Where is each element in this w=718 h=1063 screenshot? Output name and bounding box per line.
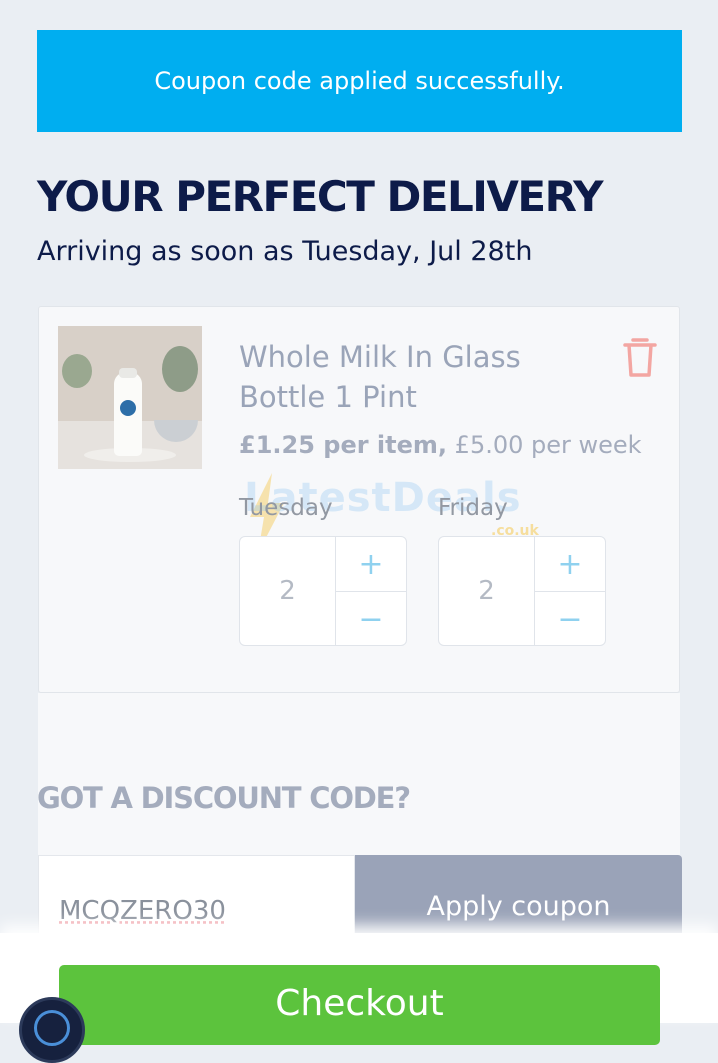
page-title: YOUR PERFECT DELIVERY <box>37 172 604 221</box>
day-label-friday: Friday <box>438 495 508 521</box>
coupon-code-value: MCQZERO30 <box>59 896 226 926</box>
checkout-button[interactable]: Checkout <box>59 965 660 1045</box>
product-card: Whole Milk In Glass Bottle 1 Pint £1.25 … <box>38 306 680 693</box>
product-price: £1.25 per item, £5.00 per week <box>239 431 642 459</box>
quantity-value[interactable]: 2 <box>439 537 535 645</box>
increment-button[interactable]: + <box>336 537 406 592</box>
chat-icon[interactable] <box>19 997 85 1063</box>
delivery-date: Arriving as soon as Tuesday, Jul 28th <box>37 236 533 267</box>
product-name: Whole Milk In Glass Bottle 1 Pint <box>239 340 521 414</box>
success-banner: Coupon code applied successfully. <box>37 30 682 132</box>
success-message: Coupon code applied successfully. <box>154 67 565 95</box>
decrement-button[interactable]: − <box>336 592 406 646</box>
decrement-button[interactable]: − <box>535 592 605 646</box>
trash-icon[interactable] <box>622 335 658 379</box>
quantity-stepper-friday: 2 + − <box>438 536 606 646</box>
increment-button[interactable]: + <box>535 537 605 592</box>
price-per-week: £5.00 per week <box>454 431 642 459</box>
day-label-tuesday: Tuesday <box>239 495 333 521</box>
quantity-value[interactable]: 2 <box>240 537 336 645</box>
product-image <box>58 326 202 469</box>
discount-heading: GOT A DISCOUNT CODE? <box>37 781 411 815</box>
quantity-stepper-tuesday: 2 + − <box>239 536 407 646</box>
price-per-item: £1.25 per item, <box>239 431 448 459</box>
